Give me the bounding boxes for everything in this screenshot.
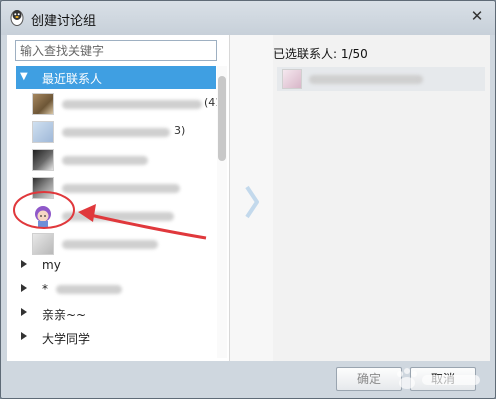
group-label: my — [42, 258, 61, 272]
blurred-contact-name — [62, 128, 170, 137]
group-label: * — [42, 282, 48, 296]
triangle-right-icon — [21, 332, 27, 340]
contact-row[interactable]: (41 — [16, 91, 222, 119]
dialog-content: ▼ 最近联系人 (41 3) — [7, 35, 490, 361]
blurred-contact-name — [62, 156, 148, 165]
avatar — [32, 177, 54, 199]
triangle-right-icon — [21, 284, 27, 292]
group-classmates[interactable]: 大学同学 — [16, 326, 216, 350]
baidu-jingyan-watermark — [397, 368, 480, 389]
contact-row[interactable]: 3) — [16, 119, 216, 147]
scrollbar-thumb[interactable] — [218, 76, 226, 161]
avatar — [32, 149, 54, 171]
selected-contact[interactable] — [277, 67, 485, 91]
search-input[interactable] — [15, 40, 217, 61]
blurred-contact-name — [62, 240, 158, 249]
close-icon[interactable]: ✕ — [468, 7, 486, 25]
group-my[interactable]: my — [16, 254, 216, 278]
contact-row[interactable] — [16, 175, 216, 203]
avatar — [32, 93, 54, 115]
blurred-group-name — [56, 285, 122, 294]
blurred-contact-name — [62, 100, 202, 109]
create-discussion-group-dialog: 创建讨论组 ✕ ▼ 最近联系人 (41 3) — [0, 0, 496, 399]
triangle-right-icon — [21, 260, 27, 268]
selected-count-label: 已选联系人: 1/50 — [273, 47, 368, 61]
group-family[interactable]: 亲亲~~ — [16, 302, 216, 326]
contact-row[interactable] — [16, 147, 216, 175]
group-label: 亲亲~~ — [42, 308, 87, 322]
group-label: 大学同学 — [42, 332, 91, 346]
selected-contacts-panel: 已选联系人: 1/50 — [273, 35, 490, 361]
contact-list-scrollbar[interactable] — [217, 66, 227, 358]
blurred-contact-name — [62, 184, 180, 193]
qq-penguin-icon — [10, 10, 24, 26]
title-bar[interactable]: 创建讨论组 ✕ — [1, 1, 495, 35]
cartoon-avatar-icon — [32, 205, 54, 227]
blurred-contact-name — [309, 75, 423, 84]
triangle-down-icon: ▼ — [20, 71, 28, 82]
contact-row[interactable] — [16, 203, 216, 231]
group-recent-contacts[interactable]: ▼ 最近联系人 — [16, 66, 216, 89]
avatar — [32, 121, 54, 143]
blurred-contact-name — [62, 212, 174, 221]
triangle-right-icon — [21, 308, 27, 316]
avatar — [32, 233, 54, 255]
chevron-right-icon[interactable] — [244, 185, 260, 219]
group-label: 最近联系人 — [42, 72, 103, 86]
contact-name-suffix: 3) — [174, 124, 186, 137]
contact-list-panel: ▼ 最近联系人 (41 3) — [7, 35, 230, 361]
group-company[interactable]: * — [16, 278, 216, 302]
dialog-title: 创建讨论组 — [31, 14, 97, 29]
avatar — [282, 69, 302, 89]
